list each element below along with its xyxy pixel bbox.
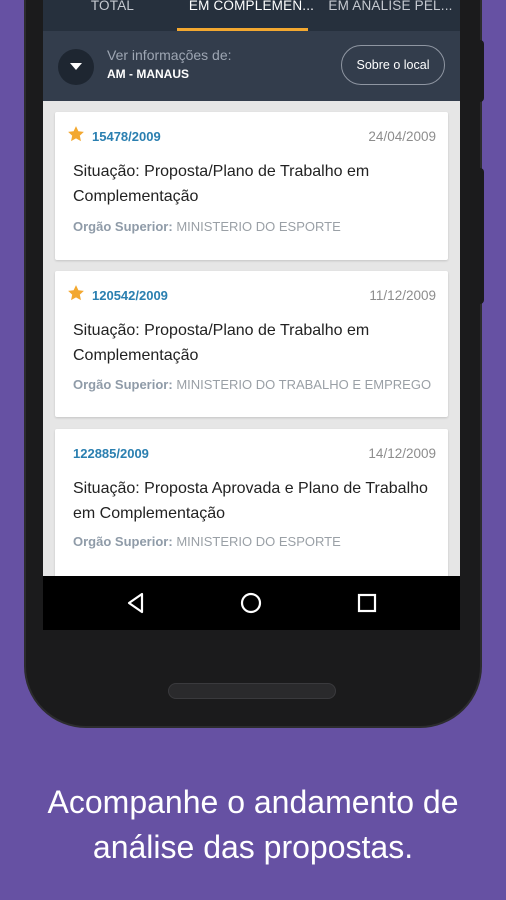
proposal-card[interactable]: 15478/2009 24/04/2009 Situação: Proposta… <box>55 112 448 260</box>
location-value: AM - MANAUS <box>107 67 189 81</box>
proposal-org: Orgão Superior: MINISTERIO DO ESPORTE <box>73 219 341 234</box>
home-icon[interactable] <box>239 591 263 615</box>
proposal-date: 24/04/2009 <box>368 129 436 144</box>
proposal-status: Situação: Proposta Aprovada e Plano de T… <box>73 480 428 522</box>
org-label: Orgão Superior: <box>73 219 173 234</box>
proposal-org: Orgão Superior: MINISTERIO DO TRABALHO E… <box>73 377 431 392</box>
org-label: Orgão Superior: <box>73 377 173 392</box>
tab-bar: TOTAL EM COMPLEMEN... EM ANÁLISE PEL... <box>43 0 460 31</box>
promo-caption: Acompanhe o andamento de análise das pro… <box>47 784 459 865</box>
android-navigation-bar <box>43 576 460 630</box>
proposal-status: Situação: Proposta/Plano de Trabalho em … <box>73 322 370 364</box>
location-bar: Ver informações de: AM - MANAUS Sobre o … <box>43 31 460 101</box>
org-value: MINISTERIO DO ESPORTE <box>176 534 341 549</box>
org-value: MINISTERIO DO ESPORTE <box>176 219 341 234</box>
org-label: Orgão Superior: <box>73 534 173 549</box>
phone-speaker <box>168 683 336 699</box>
star-icon[interactable] <box>67 125 85 143</box>
phone-side-button <box>476 40 484 102</box>
proposal-card[interactable]: 122885/2009 14/12/2009 Situação: Propost… <box>55 429 448 576</box>
location-dropdown-button[interactable] <box>58 49 94 85</box>
proposal-date: 11/12/2009 <box>369 288 436 303</box>
star-icon[interactable] <box>67 284 85 302</box>
recents-icon[interactable] <box>355 591 379 615</box>
proposal-number: 120542/2009 <box>92 288 168 303</box>
proposal-status: Situação: Proposta/Plano de Trabalho em … <box>73 163 370 205</box>
proposal-date: 14/12/2009 <box>368 446 436 461</box>
phone-volume-button <box>476 168 484 304</box>
about-location-button[interactable]: Sobre o local <box>341 45 445 85</box>
tab-em-analise[interactable]: EM ANÁLISE PEL... <box>321 0 460 31</box>
app-screen: TOTAL EM COMPLEMEN... EM ANÁLISE PEL... … <box>43 0 460 576</box>
proposal-org: Orgão Superior: MINISTERIO DO ESPORTE <box>73 534 341 549</box>
proposal-number: 122885/2009 <box>73 446 149 461</box>
proposal-card[interactable]: 120542/2009 11/12/2009 Situação: Propost… <box>55 271 448 417</box>
chevron-down-icon <box>70 63 82 70</box>
tab-total[interactable]: TOTAL <box>43 0 182 31</box>
back-icon[interactable] <box>124 591 148 615</box>
location-label: Ver informações de: <box>107 47 232 63</box>
org-value: MINISTERIO DO TRABALHO E EMPREGO <box>176 377 432 392</box>
proposal-number: 15478/2009 <box>92 129 161 144</box>
tab-em-complementacao[interactable]: EM COMPLEMEN... <box>182 0 321 31</box>
